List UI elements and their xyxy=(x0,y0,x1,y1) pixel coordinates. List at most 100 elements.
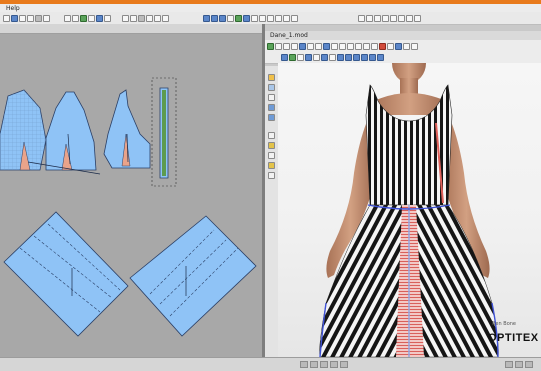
notch-icon[interactable] xyxy=(138,14,145,22)
back-view-icon[interactable] xyxy=(307,42,314,50)
info-icon[interactable] xyxy=(414,14,421,22)
pattern-canvas[interactable] xyxy=(0,34,262,357)
zoom-view-icon[interactable] xyxy=(323,42,330,50)
record-icon[interactable] xyxy=(379,42,386,50)
select-icon[interactable] xyxy=(96,14,103,22)
ruler-icon[interactable] xyxy=(211,14,218,22)
strap-highlight xyxy=(162,90,166,176)
point-icon[interactable] xyxy=(122,14,129,22)
piece-skirt-right[interactable] xyxy=(129,215,257,337)
pin-tool-icon[interactable] xyxy=(268,94,275,101)
pencil-icon[interactable] xyxy=(268,132,275,139)
rotate-view-icon[interactable] xyxy=(315,42,322,50)
video-icon[interactable] xyxy=(361,53,368,61)
window-icon[interactable] xyxy=(374,14,381,22)
cut-icon[interactable] xyxy=(64,14,71,22)
turntable-icon[interactable] xyxy=(345,53,352,61)
avatar-icon[interactable] xyxy=(355,42,362,50)
render-icon[interactable] xyxy=(403,42,410,50)
marker-icon[interactable] xyxy=(235,14,242,22)
new-icon[interactable] xyxy=(3,14,10,22)
copy-piece-icon[interactable] xyxy=(267,14,274,22)
wireframe-icon[interactable] xyxy=(377,53,384,61)
tile-icon[interactable] xyxy=(390,14,397,22)
light-icon[interactable] xyxy=(371,42,378,50)
pattern-pieces xyxy=(0,77,257,337)
status-indicator xyxy=(525,361,533,368)
morph-icon[interactable] xyxy=(321,53,328,61)
simulate-icon[interactable] xyxy=(267,42,274,50)
rotate-icon[interactable] xyxy=(162,14,169,22)
dart-icon[interactable] xyxy=(146,14,153,22)
table-icon[interactable] xyxy=(291,14,298,22)
delete-icon[interactable] xyxy=(88,14,95,22)
quality-icon[interactable] xyxy=(369,53,376,61)
zipper-icon[interactable] xyxy=(268,172,275,179)
cloth-icon[interactable] xyxy=(347,42,354,50)
scene-icon[interactable] xyxy=(337,53,344,61)
paste-icon[interactable] xyxy=(80,14,87,22)
collision-icon[interactable] xyxy=(313,53,320,61)
button-tool-icon[interactable] xyxy=(268,162,275,169)
toolbar-group-edit xyxy=(64,14,111,22)
3d-viewport[interactable] xyxy=(278,63,541,357)
fabric-icon[interactable] xyxy=(281,53,288,61)
camera-icon[interactable] xyxy=(395,42,402,50)
piece-skirt-left[interactable] xyxy=(3,211,129,337)
stitch-icon[interactable] xyxy=(339,42,346,50)
view3d-side-toolbar xyxy=(265,66,279,357)
curve-icon[interactable] xyxy=(130,14,137,22)
status-indicator xyxy=(300,361,308,368)
layer-icon[interactable] xyxy=(289,53,296,61)
save-icon[interactable] xyxy=(19,14,26,22)
fit-icon[interactable] xyxy=(251,14,258,22)
pin-icon[interactable] xyxy=(297,53,304,61)
optitex-logo: OPTITEX xyxy=(488,332,539,344)
status-indicator xyxy=(340,361,348,368)
status-indicator xyxy=(330,361,338,368)
help-icon[interactable] xyxy=(358,14,365,22)
settings-icon[interactable] xyxy=(366,14,373,22)
toolbar-group-tools xyxy=(122,14,169,22)
drape-icon[interactable] xyxy=(268,84,275,91)
line-icon[interactable] xyxy=(268,152,275,159)
toolbar-group-view xyxy=(203,14,298,22)
front-view-icon[interactable] xyxy=(291,42,298,50)
piece-icon[interactable] xyxy=(227,14,234,22)
snapshot-icon[interactable] xyxy=(353,53,360,61)
undo-icon[interactable] xyxy=(35,14,42,22)
pause-icon[interactable] xyxy=(275,42,282,50)
cascade-icon[interactable] xyxy=(382,14,389,22)
zoom-icon[interactable] xyxy=(104,14,111,22)
tension-map-icon[interactable] xyxy=(387,42,394,50)
grade-icon[interactable] xyxy=(283,14,290,22)
reset-icon[interactable] xyxy=(283,42,290,50)
layers-icon[interactable] xyxy=(219,14,226,22)
page-icon[interactable] xyxy=(259,14,266,22)
fold-icon[interactable] xyxy=(268,74,275,81)
measure-icon[interactable] xyxy=(154,14,161,22)
export-icon[interactable] xyxy=(406,14,413,22)
status-indicator xyxy=(515,361,523,368)
sew-icon[interactable] xyxy=(268,142,275,149)
copy-icon[interactable] xyxy=(72,14,79,22)
measure-3d-icon[interactable] xyxy=(268,104,275,111)
redo-icon[interactable] xyxy=(43,14,50,22)
texture-icon[interactable] xyxy=(363,42,370,50)
menu-item-help[interactable]: Help xyxy=(6,5,20,12)
side-view-icon[interactable] xyxy=(299,42,306,50)
print-icon[interactable] xyxy=(27,14,34,22)
grid-icon[interactable] xyxy=(203,14,210,22)
3d-icon[interactable] xyxy=(243,14,250,22)
status-indicators xyxy=(300,361,348,368)
mesh-icon[interactable] xyxy=(305,53,312,61)
text-icon[interactable] xyxy=(398,14,405,22)
mirror-icon[interactable] xyxy=(275,14,282,22)
piece-front-bodice-right[interactable] xyxy=(45,91,97,171)
open-icon[interactable] xyxy=(11,14,18,22)
pan-view-icon[interactable] xyxy=(331,42,338,50)
tape-icon[interactable] xyxy=(268,114,275,121)
view3d-toolbar-top xyxy=(265,40,541,51)
properties-icon[interactable] xyxy=(411,42,418,50)
export-3d-icon[interactable] xyxy=(329,53,336,61)
